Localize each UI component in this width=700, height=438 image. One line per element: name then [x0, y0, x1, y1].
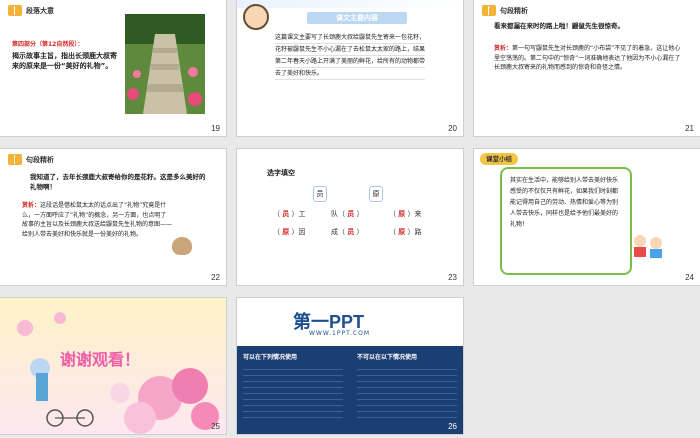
quote-text: 我知道了，去年长颈鹿大叔寄给你的是花籽。这是多么美好的礼物啊！ [30, 173, 206, 191]
logo-url: WWW.1PPT.COM [309, 330, 371, 337]
option-box: 原 [369, 186, 383, 202]
fill-item[interactable]: （ 原 ）来 [389, 209, 421, 219]
quote-text: 看来都漏在来时的路上啦！鼹鼠先生很惊奇。 [494, 22, 624, 30]
fill-item[interactable]: （ 原 ）因 [273, 227, 305, 237]
bear-icon [172, 237, 192, 255]
fill-item[interactable]: 成（ 员 ） [331, 227, 363, 237]
slide-number: 20 [448, 124, 457, 133]
section-title: 第四部分（第12自然段）： [12, 41, 84, 48]
book-icon [482, 5, 496, 16]
kids-illustration [630, 233, 664, 259]
slide-number: 21 [685, 124, 694, 133]
cartoon-girl-image [243, 4, 269, 30]
slide-number: 22 [211, 273, 220, 282]
fill-item[interactable]: （ 员 ）工 [273, 209, 305, 219]
book-icon [8, 154, 22, 165]
slide-26[interactable]: 第一PPT WWW.1PPT.COM 可以在下列情况使用 不可以在以下情况使用 … [237, 298, 463, 434]
slide-title: 选字填空 [267, 169, 295, 177]
slide-header: 段落大意 [8, 5, 54, 16]
garden-path-image [125, 14, 205, 114]
slide-19[interactable]: 段落大意 第四部分（第12自然段）： 揭示故事主旨，指出长颈鹿大叔寄来的原来是一… [0, 0, 226, 136]
logo-band: 第一PPT WWW.1PPT.COM [237, 306, 463, 342]
slide-header: 句段精析 [8, 154, 54, 165]
header-label: 句段精析 [500, 6, 528, 15]
slide-number: 23 [448, 273, 457, 282]
top-band [237, 0, 463, 8]
slide-number: 19 [211, 124, 220, 133]
right-heading: 不可以在以下情况使用 [357, 354, 418, 361]
header-label: 段落大意 [26, 6, 54, 15]
header-label: 句段精析 [26, 155, 54, 164]
slide-22[interactable]: 句段精析 我知道了，去年长颈鹿大叔寄给你的是花籽。这是多么美好的礼物啊！ 赏析：… [0, 149, 226, 285]
slide-24[interactable]: 课堂小结 其实在生活中，能够给别人带去美好快乐感受的不仅仅只有鲜花，如果我们时刻… [474, 149, 700, 285]
slide-header: 句段精析 [482, 5, 528, 16]
analysis-text: 赏析：这段话是借松鼠太太的话点出了“礼物”究竟是什么，一方面呼应了“礼物”的概念… [22, 202, 173, 238]
summary-header: 课堂小结 [480, 153, 518, 165]
book-icon [8, 5, 22, 16]
fill-item[interactable]: （ 原 ）路 [389, 227, 421, 237]
section-body: 揭示故事主旨，指出长颈鹿大叔寄来的原来是一份“美好的礼物”。 [12, 52, 117, 70]
thank-you-title: 谢谢观看！ [60, 350, 141, 369]
left-heading: 可以在下列情况使用 [243, 354, 298, 361]
slide-number: 24 [685, 273, 694, 282]
slide-number: 25 [211, 422, 220, 431]
fill-item[interactable]: 队（ 员 ） [331, 209, 363, 219]
right-links [357, 364, 457, 422]
slide-title: 课文主要内容 [307, 12, 407, 24]
slide-number: 26 [448, 422, 457, 431]
info-panel: 可以在下列情况使用 不可以在以下情况使用 [237, 346, 463, 434]
slide-25[interactable]: 谢谢观看！ 25 [0, 298, 226, 434]
summary-body: 其实在生活中，能够给别人带去美好快乐感受的不仅仅只有鲜花，如果我们时刻都能记得用… [510, 177, 619, 228]
slide-20[interactable]: 课文主要内容 这篇课文主要写了长颈鹿大叔给鼹鼠先生寄来一包花籽，花籽被鼹鼠先生不… [237, 0, 463, 136]
analysis-text: 赏析：第一句写鼹鼠先生对长颈鹿的“小布袋”不见了的着急，这让他心里空荡荡的。第二… [494, 45, 681, 71]
slide-21[interactable]: 句段精析 看来都漏在来时的路上啦！鼹鼠先生很惊奇。 赏析：第一句写鼹鼠先生对长颈… [474, 0, 700, 136]
left-links [243, 364, 343, 422]
summary-body: 这篇课文主要写了长颈鹿大叔给鼹鼠先生寄来一包花籽，花籽被鼹鼠先生不小心漏在了去松… [275, 32, 425, 80]
slide-23[interactable]: 选字填空 员 原 （ 员 ）工 队（ 员 ） （ 原 ）来 （ 原 ）因 成（ … [237, 149, 463, 285]
option-box: 员 [313, 186, 327, 202]
